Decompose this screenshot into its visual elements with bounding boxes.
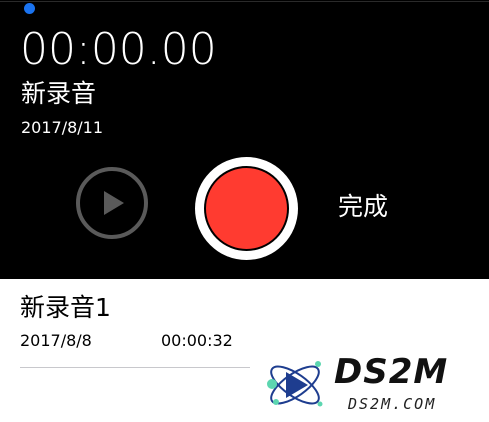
record-icon — [204, 166, 289, 251]
waveform-baseline — [0, 1, 489, 2]
playhead-dot-icon[interactable] — [24, 3, 35, 14]
watermark-title: DS2M — [334, 352, 449, 392]
watermark: DS2M DS2M.COM — [262, 352, 482, 418]
watermark-subtitle: DS2M.COM — [348, 395, 437, 413]
record-button[interactable] — [195, 157, 298, 260]
recording-date: 2017/8/11 — [21, 118, 104, 137]
play-icon — [104, 191, 124, 215]
done-button[interactable]: 完成 — [338, 190, 388, 224]
play-button[interactable] — [76, 167, 148, 239]
atom-logo-icon — [267, 361, 323, 407]
recorder-panel: 00:00.00 新录音 2017/8/11 完成 — [0, 0, 489, 279]
list-item-date: 2017/8/8 — [20, 331, 92, 350]
list-item-duration: 00:00:32 — [161, 331, 233, 350]
list-item-title: 新录音1 — [20, 293, 111, 322]
recording-timer: 00:00.00 — [20, 24, 217, 75]
list-divider — [20, 367, 250, 368]
recording-title[interactable]: 新录音 — [21, 77, 96, 111]
